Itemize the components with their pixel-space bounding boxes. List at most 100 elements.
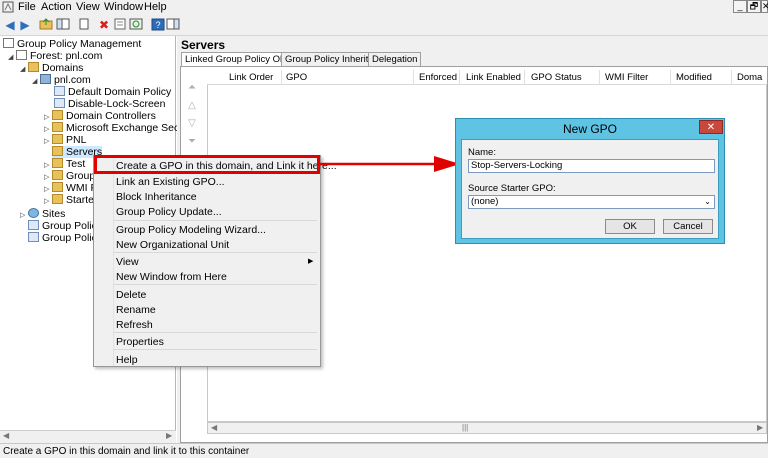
action-pane-icon[interactable] bbox=[165, 18, 181, 33]
delete-icon[interactable]: ✖ bbox=[96, 18, 112, 33]
chevron-down-icon[interactable]: ⌄ bbox=[704, 196, 711, 208]
page-title: Servers bbox=[181, 38, 226, 52]
tree-horizontal-scrollbar[interactable]: ◀ ▶ bbox=[0, 430, 176, 443]
tree-node-domain[interactable]: ◢ pnl.com bbox=[32, 74, 91, 86]
scroll-right-icon[interactable]: ▶ bbox=[757, 423, 763, 432]
modeling-icon bbox=[28, 220, 39, 230]
column-wmi-filter[interactable]: WMI Filter bbox=[605, 72, 648, 83]
tree-node-sites[interactable]: ▷ Sites bbox=[20, 208, 65, 220]
back-arrow-icon[interactable]: ◀ bbox=[2, 18, 18, 33]
menu-item-block-inheritance[interactable]: Block Inheritance bbox=[116, 191, 197, 203]
starter-gpo-select[interactable]: (none) ⌄ bbox=[468, 195, 715, 209]
name-label: Name: bbox=[468, 147, 496, 158]
tree-node-ou[interactable]: ▷ PNL bbox=[44, 134, 86, 146]
refresh-icon[interactable] bbox=[128, 18, 144, 33]
expand-arrow-icon[interactable]: ▷ bbox=[20, 210, 28, 222]
tree-node-gpo-container[interactable]: ▷ Group bbox=[44, 170, 95, 182]
folder-icon bbox=[52, 182, 63, 192]
column-divider bbox=[524, 70, 525, 85]
collapse-arrow-icon[interactable]: ◢ bbox=[20, 64, 28, 76]
menu-help[interactable]: Help bbox=[144, 1, 167, 13]
close-button[interactable]: ✕ bbox=[761, 0, 768, 13]
column-modified[interactable]: Modified bbox=[676, 72, 712, 83]
new-gpo-dialog: New GPO ✕ Name: Stop-Servers-Locking Sou… bbox=[455, 118, 725, 244]
move-bottom-icon[interactable]: ⏷ bbox=[185, 136, 199, 150]
restore-button[interactable]: 🗗 bbox=[747, 0, 761, 13]
tab-delegation[interactable]: Delegation bbox=[368, 52, 422, 66]
menu-item-view[interactable]: View bbox=[116, 256, 139, 268]
up-folder-icon[interactable] bbox=[38, 18, 54, 33]
cancel-button[interactable]: Cancel bbox=[663, 219, 713, 234]
column-gpo[interactable]: GPO bbox=[286, 72, 307, 83]
forward-arrow-icon[interactable]: ▶ bbox=[17, 18, 33, 33]
menu-view[interactable]: View bbox=[76, 1, 100, 13]
tree-label: Disable-Lock-Screen bbox=[68, 98, 166, 110]
table-horizontal-scrollbar[interactable]: ◀ ||| ▶ bbox=[207, 422, 767, 434]
properties-icon[interactable] bbox=[112, 18, 128, 33]
column-enforced[interactable]: Enforced bbox=[419, 72, 457, 83]
tree-node-gp-results[interactable]: Group Policy bbox=[28, 232, 102, 244]
tree-node-ou[interactable]: ▷ Test bbox=[44, 158, 85, 170]
scroll-left-icon[interactable]: ◀ bbox=[3, 431, 9, 440]
menu-file[interactable]: File bbox=[18, 1, 36, 13]
menu-item-rename[interactable]: Rename bbox=[116, 304, 156, 316]
menu-item-properties[interactable]: Properties bbox=[116, 336, 164, 348]
menu-item-refresh[interactable]: Refresh bbox=[116, 319, 153, 331]
column-divider bbox=[670, 70, 671, 85]
results-icon bbox=[28, 232, 39, 242]
tree-label: Group Policy Management bbox=[17, 38, 142, 50]
column-divider bbox=[413, 70, 414, 85]
tree-label: Group bbox=[66, 170, 96, 182]
scroll-thumb-grip-icon[interactable]: ||| bbox=[462, 423, 468, 432]
expand-arrow-icon[interactable]: ▷ bbox=[44, 196, 52, 208]
ou-folder-icon bbox=[52, 134, 63, 144]
tree-node-forest[interactable]: ◢ Forest: pnl.com bbox=[8, 50, 102, 62]
menu-item-modeling-wizard[interactable]: Group Policy Modeling Wizard... bbox=[116, 224, 266, 236]
minimize-button[interactable]: _ bbox=[733, 0, 747, 13]
move-up-icon[interactable]: △ bbox=[185, 100, 199, 114]
tree-label: Sites bbox=[42, 208, 66, 220]
tree-node-root[interactable]: Group Policy Management bbox=[3, 38, 141, 50]
menu-bar: File Action View Window Help _ 🗗 ✕ bbox=[0, 0, 768, 15]
menu-separator bbox=[113, 284, 317, 285]
tree-node-ou[interactable]: ▷ Domain Controllers bbox=[44, 110, 156, 122]
tree-node-gpo-link[interactable]: Disable-Lock-Screen bbox=[54, 98, 165, 110]
menu-item-gp-update[interactable]: Group Policy Update... bbox=[116, 206, 222, 218]
tree-node-gpo-link[interactable]: Default Domain Policy bbox=[54, 86, 171, 98]
column-link-order[interactable]: Link Order bbox=[229, 72, 273, 83]
menu-item-new-window[interactable]: New Window from Here bbox=[116, 271, 227, 283]
menu-item-link-existing-gpo[interactable]: Link an Existing GPO... bbox=[116, 176, 225, 188]
expand-arrow-icon[interactable]: ▷ bbox=[44, 136, 52, 148]
move-down-icon[interactable]: ▽ bbox=[185, 118, 199, 132]
column-domain[interactable]: Doma bbox=[737, 72, 762, 83]
tree-node-starter-gpos[interactable]: ▷ Starter bbox=[44, 194, 98, 206]
scroll-left-icon[interactable]: ◀ bbox=[211, 423, 217, 432]
svg-text:?: ? bbox=[155, 20, 160, 30]
move-top-icon[interactable]: ⏶ bbox=[185, 82, 199, 96]
tree-node-gp-modeling[interactable]: Group Policy bbox=[28, 220, 102, 232]
help-icon[interactable]: ? bbox=[150, 18, 166, 33]
ou-folder-icon bbox=[52, 110, 63, 120]
menu-item-help[interactable]: Help bbox=[116, 354, 138, 366]
tree-node-wmi-filters[interactable]: ▷ WMI F bbox=[44, 182, 97, 194]
copy-icon[interactable] bbox=[76, 18, 92, 33]
sites-icon bbox=[28, 208, 39, 218]
menu-gutter bbox=[113, 156, 114, 366]
show-hide-tree-icon[interactable] bbox=[55, 18, 71, 33]
dialog-body: Name: Stop-Servers-Locking Source Starte… bbox=[461, 139, 719, 239]
scroll-right-icon[interactable]: ▶ bbox=[166, 431, 172, 440]
menu-item-new-ou[interactable]: New Organizational Unit bbox=[116, 239, 229, 251]
tree-label: Default Domain Policy bbox=[68, 86, 172, 98]
column-link-enabled[interactable]: Link Enabled bbox=[466, 72, 521, 83]
ou-folder-icon bbox=[52, 122, 63, 132]
menu-item-delete[interactable]: Delete bbox=[116, 289, 146, 301]
collapse-arrow-icon[interactable]: ◢ bbox=[32, 76, 40, 88]
collapse-arrow-icon[interactable]: ◢ bbox=[8, 52, 16, 64]
ok-button[interactable]: OK bbox=[605, 219, 655, 234]
tree-node-domains[interactable]: ◢ Domains bbox=[20, 62, 83, 74]
gpo-name-field[interactable]: Stop-Servers-Locking bbox=[468, 159, 715, 173]
menu-window[interactable]: Window bbox=[104, 1, 143, 13]
column-gpo-status[interactable]: GPO Status bbox=[531, 72, 582, 83]
dialog-close-icon[interactable]: ✕ bbox=[699, 120, 723, 134]
menu-action[interactable]: Action bbox=[41, 1, 72, 13]
